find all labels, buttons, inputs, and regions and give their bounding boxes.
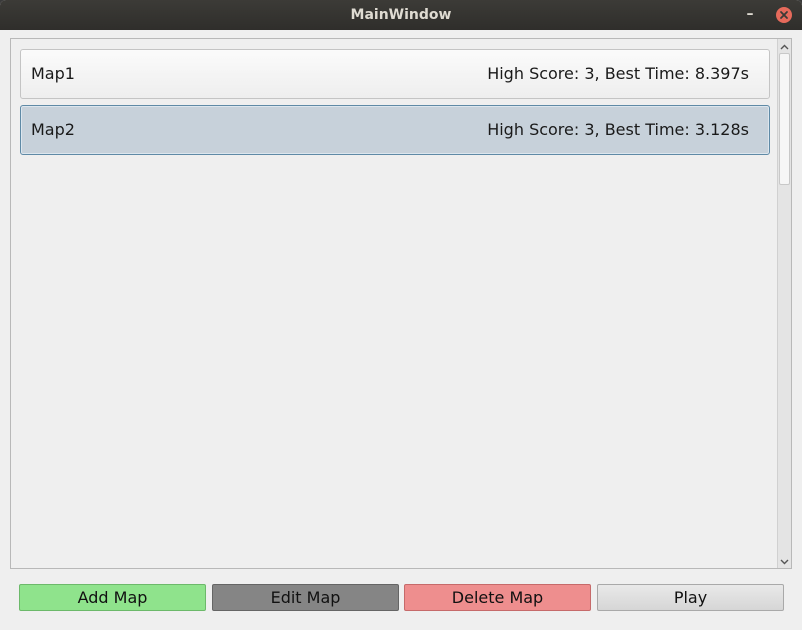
close-icon[interactable] (776, 7, 792, 23)
chevron-down-icon[interactable] (778, 554, 791, 568)
add-map-button[interactable]: Add Map (19, 584, 206, 611)
map-name: Map2 (31, 120, 75, 139)
chevron-up-icon[interactable] (778, 39, 791, 53)
window-title: MainWindow (350, 7, 452, 23)
map-stats: High Score: 3, Best Time: 3.128s (487, 120, 749, 139)
delete-map-button[interactable]: Delete Map (404, 584, 591, 611)
map-name: Map1 (31, 64, 75, 83)
list-item-map2[interactable]: Map2 High Score: 3, Best Time: 3.128s (20, 105, 770, 155)
scrollbar-thumb[interactable] (779, 53, 790, 185)
minimize-icon[interactable]: – (742, 0, 758, 30)
vertical-scrollbar[interactable] (777, 39, 791, 568)
play-button[interactable]: Play (597, 584, 784, 611)
edit-map-button[interactable]: Edit Map (212, 584, 399, 611)
main-window: MainWindow – Map1 High Score: 3, Best Ti… (0, 0, 802, 630)
map-list[interactable]: Map1 High Score: 3, Best Time: 8.397s Ma… (10, 38, 792, 569)
map-stats: High Score: 3, Best Time: 8.397s (487, 64, 749, 83)
title-bar[interactable]: MainWindow – (0, 0, 802, 30)
list-item-map1[interactable]: Map1 High Score: 3, Best Time: 8.397s (20, 49, 770, 99)
